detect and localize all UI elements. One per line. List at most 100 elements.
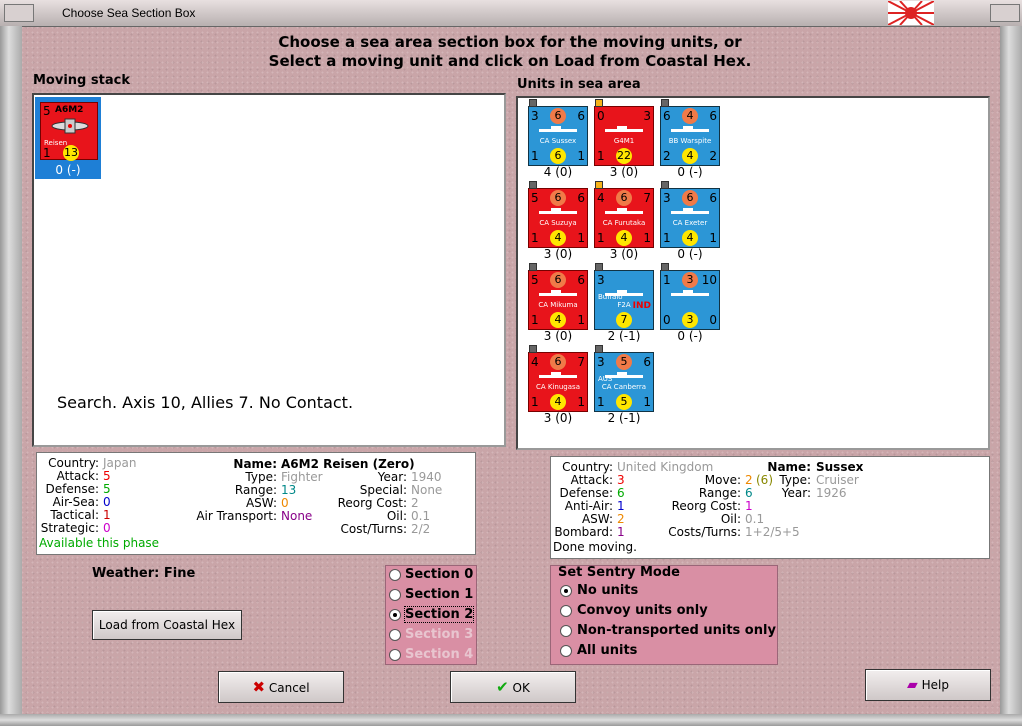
counter-caption: 3 (0) xyxy=(609,165,639,179)
section-radio[interactable] xyxy=(389,569,401,581)
counter-bottom-left: 1 xyxy=(663,231,671,245)
counter-bottom-left: 1 xyxy=(597,231,605,245)
counter-top-circle: 3 xyxy=(682,272,698,288)
ri-year-v: 1926 xyxy=(816,486,847,500)
sea-unit-counter[interactable]: 3 5 6 CA Canberra AUS 1 5 1 2 (-1) xyxy=(594,352,654,425)
sentry-radio[interactable] xyxy=(560,605,572,617)
counter-top-circle: 5 xyxy=(616,354,632,370)
sea-unit-counter[interactable]: 3 F2A Buffalo IND 7 2 (-1) xyxy=(594,270,654,343)
counter-bottom-circle: 5 xyxy=(616,394,632,410)
close-button[interactable] xyxy=(990,4,1020,22)
counter-top-left: 3 xyxy=(597,355,605,369)
section-label[interactable]: Section 2 xyxy=(403,606,475,623)
ok-button[interactable]: ✔ OK xyxy=(450,671,576,703)
counter-top-right: 6 xyxy=(577,109,585,123)
section-radio[interactable] xyxy=(389,589,401,601)
sea-unit-counter[interactable]: 3 6 6 CA Exeter 1 4 1 0 (-) xyxy=(660,188,720,261)
li-airtransport-v: None xyxy=(281,509,313,523)
sea-unit-counter[interactable]: 5 6 6 CA Mikuma 1 4 1 3 (0) xyxy=(528,270,588,343)
moving-unit-info: Country: Japan Attack: 5 Defense: 5 Air-… xyxy=(36,452,476,555)
counter-bottom-left: 1 xyxy=(531,231,539,245)
unit-status-marker xyxy=(529,181,537,189)
sea-unit-counter[interactable]: 5 6 6 CA Suzuya 1 4 1 3 (0) xyxy=(528,188,588,261)
moving-stack-panel: 5 A6M2 Reisen 1 13 0 (-) Search. Axis 10… xyxy=(32,93,506,447)
sea-unit-counter[interactable]: 1 3 10 0 3 0 0 (-) xyxy=(660,270,720,343)
section-radio xyxy=(389,649,401,661)
sea-unit-counter[interactable]: 0 3 G4M1 1 22 3 (0) xyxy=(594,106,654,179)
section-label[interactable]: Section 0 xyxy=(405,567,473,582)
section-label[interactable]: Section 1 xyxy=(405,587,473,602)
counter-bottom-right: 1 xyxy=(577,313,585,327)
sentry-radio[interactable] xyxy=(560,645,572,657)
cancel-x-icon: ✖ xyxy=(252,678,266,696)
right-frame xyxy=(1000,26,1022,714)
sentry-option-label[interactable]: Non-transported units only xyxy=(577,623,776,638)
help-label: Help xyxy=(921,678,949,692)
system-menu-button[interactable] xyxy=(4,4,34,22)
section-radio[interactable] xyxy=(389,609,401,621)
ship-silhouette-icon xyxy=(539,290,577,296)
left-frame xyxy=(0,26,22,714)
sentry-option-label[interactable]: All units xyxy=(577,643,637,658)
counter-bottom-left: 0 xyxy=(663,313,671,327)
counter-caption: 3 (0) xyxy=(543,247,573,261)
counter-name: CA Mikuma xyxy=(538,301,578,309)
window-title: Choose Sea Section Box xyxy=(62,6,196,20)
sentry-radio[interactable] xyxy=(560,585,572,597)
sea-unit-counter[interactable]: 4 6 7 CA Furutaka 1 4 1 3 (0) xyxy=(594,188,654,261)
counter-caption: 0 (-) xyxy=(677,247,703,261)
section-label: Section 4 xyxy=(405,647,474,662)
unit-status-marker xyxy=(595,99,603,107)
load-from-coastal-hex-button[interactable]: Load from Coastal Hex xyxy=(92,610,242,640)
counter-top-left: 5 xyxy=(531,191,539,205)
ri-country-v: United Kingdom xyxy=(617,460,714,474)
unit-status-marker xyxy=(661,181,669,189)
ri-done: Done moving. xyxy=(553,540,637,554)
counter-top-circle: 6 xyxy=(550,190,566,206)
ship-silhouette-icon xyxy=(539,126,577,132)
counter-bottom-circle: 4 xyxy=(616,230,632,246)
bottom-frame xyxy=(0,714,1022,726)
sea-area-label: Units in sea area xyxy=(517,77,641,92)
ship-silhouette-icon xyxy=(539,208,577,214)
sentry-radio[interactable] xyxy=(560,625,572,637)
cancel-button[interactable]: ✖ Cancel xyxy=(218,671,344,703)
sentry-option-label[interactable]: No units xyxy=(577,583,638,598)
section-radio xyxy=(389,629,401,641)
sea-unit-counter[interactable]: 3 6 6 CA Sussex 1 6 1 4 (0) xyxy=(528,106,588,179)
counter-top-left: 3 xyxy=(663,191,671,205)
sea-unit-counter[interactable]: 6 4 6 BB Warspite 2 4 2 0 (-) xyxy=(660,106,720,179)
dialog-window: Choose Sea Section Box Choose a sea area… xyxy=(0,0,1022,726)
counter-name: CA Canberra xyxy=(601,383,647,391)
counter-name: CA Furutaka xyxy=(602,219,646,227)
counter-bottom-left: 1 xyxy=(597,149,605,163)
counter-top-right: 6 xyxy=(709,109,717,123)
counter-caption: 0 (-) xyxy=(677,165,703,179)
counter-top-right: 3 xyxy=(643,109,651,123)
counter-top-circle: 6 xyxy=(616,190,632,206)
counter-range-circle: 13 xyxy=(63,145,79,161)
sentry-option-label[interactable]: Convoy units only xyxy=(577,603,708,618)
sea-unit-counter[interactable]: 4 6 7 CA Kinugasa 1 4 1 3 (0) xyxy=(528,352,588,425)
counter-top-circle: 6 xyxy=(550,108,566,124)
unit-status-marker xyxy=(595,345,603,353)
help-button[interactable]: ▰ Help xyxy=(865,669,991,701)
unit-caption: 0 (-) xyxy=(55,163,81,177)
counter-bottom-right: 0 xyxy=(709,313,717,327)
counter-bottom-left: 2 xyxy=(663,149,671,163)
counter-top-right: 7 xyxy=(577,355,585,369)
counter-subname: AUS xyxy=(598,375,613,383)
counter-bottom-left: 1 xyxy=(597,395,605,409)
counter-caption: 4 (0) xyxy=(543,165,573,179)
selected-unit-highlight[interactable]: 5 A6M2 Reisen 1 13 0 (-) xyxy=(35,97,101,179)
unit-status-marker xyxy=(529,263,537,271)
counter-tag: IND xyxy=(632,301,651,311)
unit-status-marker xyxy=(529,345,537,353)
ri-bombard-v: 1 xyxy=(617,525,625,539)
counter-top-left: 6 xyxy=(663,109,671,123)
counter-bottom-circle: 4 xyxy=(682,148,698,164)
unit-counter-a6m2[interactable]: 5 A6M2 Reisen 1 13 xyxy=(40,102,98,161)
counter-bottom-circle: 4 xyxy=(550,230,566,246)
counter-subname: Buffalo xyxy=(598,293,623,301)
counter-top-circle: 6 xyxy=(550,354,566,370)
